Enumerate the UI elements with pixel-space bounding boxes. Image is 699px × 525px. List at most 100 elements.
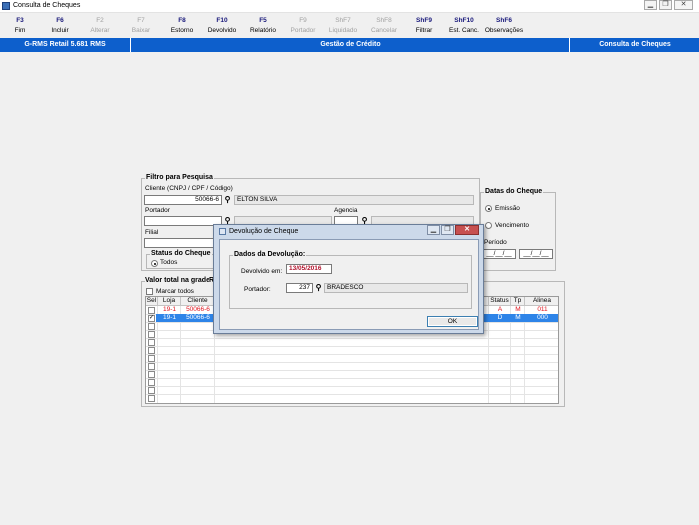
portador-input[interactable]: [144, 216, 222, 226]
grid-row-line: [146, 394, 558, 395]
toolbar-label: Est. Canc.: [449, 27, 479, 34]
row-checkbox[interactable]: [148, 379, 155, 386]
binoculars-icon[interactable]: ⚲: [223, 196, 232, 204]
row-checkbox[interactable]: [148, 307, 155, 314]
row-checkbox[interactable]: [148, 363, 155, 370]
binoculars-icon[interactable]: ⚲: [223, 217, 232, 225]
periodo-label: Período: [484, 239, 507, 246]
row-alinea[interactable]: 011: [525, 306, 558, 314]
row-status[interactable]: D: [489, 314, 511, 322]
toolbar-label: Incluir: [51, 27, 69, 34]
datas-group: Datas do Cheque: [480, 188, 556, 271]
row-cliente[interactable]: 50066-6: [181, 306, 215, 314]
toolbar-label: Baixar: [131, 27, 151, 34]
toolbar-btn-devolvido[interactable]: F10 Devolvido: [202, 16, 242, 36]
portador-code-input[interactable]: 237: [286, 283, 313, 293]
dialog-maximize-button[interactable]: ❐: [441, 225, 454, 235]
module-title: Gestão de Crédito: [132, 38, 570, 52]
vencimento-radio[interactable]: [485, 222, 492, 229]
row-tp[interactable]: M: [511, 306, 525, 314]
cliente-label: Cliente (CNPJ / CPF / Código): [145, 185, 233, 192]
row-checkbox[interactable]: [148, 387, 155, 394]
status-todos-radio[interactable]: [151, 260, 158, 267]
toolbar-label: Filtrar: [415, 27, 433, 34]
row-loja[interactable]: 19-1: [158, 306, 181, 314]
marcar-todos-label: Marcar todos: [156, 288, 194, 295]
dialog-body: Dados da Devolução: Devolvido em: 13/05/…: [219, 239, 479, 330]
toolbar-label: Relatório: [249, 27, 276, 34]
toolbar-btn-cancelar[interactable]: ShF8 Cancelar: [364, 16, 404, 36]
row-checkbox[interactable]: [148, 331, 155, 338]
window-controls: ▁ ❐ ✕: [642, 0, 693, 11]
toolbar-key: F9: [299, 17, 307, 24]
toolbar-btn-fim[interactable]: F3 Fim: [0, 16, 40, 36]
toolbar-key: F2: [96, 17, 104, 24]
toolbar-key: ShF7: [335, 17, 351, 24]
toolbar-btn-liquidado[interactable]: ShF7 Liquidado: [323, 16, 363, 36]
row-checkbox[interactable]: [148, 355, 155, 362]
toolbar-key: ShF10: [454, 17, 474, 24]
emissao-radio[interactable]: [485, 205, 492, 212]
agencia-label: Agencia: [334, 207, 358, 214]
grid-row-line: [146, 362, 558, 363]
row-cliente[interactable]: 50066-6: [181, 314, 215, 322]
row-checkbox[interactable]: [148, 347, 155, 354]
screen-title: Consulta de Cheques: [599, 41, 671, 48]
toolbar-key: ShF6: [496, 17, 512, 24]
grid-row-line: [146, 386, 558, 387]
row-checkbox[interactable]: [148, 339, 155, 346]
row-checkbox[interactable]: [148, 323, 155, 330]
grid-row-line: [146, 354, 558, 355]
toolbar-label: Liquidado: [328, 27, 358, 34]
grid-row-line: [146, 370, 558, 371]
col-header-loja[interactable]: Loja: [158, 297, 181, 306]
maximize-button[interactable]: ❐: [659, 0, 672, 10]
dialog-minimize-button[interactable]: ▁: [427, 225, 440, 235]
filial-label: Filial: [145, 229, 159, 236]
col-header-alinea[interactable]: Alinea: [525, 297, 558, 306]
toolbar-btn-portador[interactable]: F9 Portador: [283, 16, 323, 36]
row-status[interactable]: A: [489, 306, 511, 314]
toolbar-key: ShF9: [416, 17, 432, 24]
filial-input[interactable]: [144, 238, 222, 248]
grid-row-line: [146, 338, 558, 339]
dialog-close-button[interactable]: ✕: [455, 225, 479, 235]
toolbar-btn-est-canc[interactable]: ShF10 Est. Canc.: [444, 16, 484, 36]
row-checkbox[interactable]: [148, 395, 155, 402]
window-titlebar: Consulta de Cheques ▁ ❐ ✕: [0, 0, 699, 13]
toolbar-btn-filtrar[interactable]: ShF9 Filtrar: [404, 16, 444, 36]
toolbar-btn-incluir[interactable]: F6 Incluir: [40, 16, 80, 36]
col-header-cliente[interactable]: Cliente: [181, 297, 215, 306]
toolbar-btn-alterar[interactable]: F2 Alterar: [80, 16, 120, 36]
portador-name-field: BRADESCO: [324, 283, 468, 293]
devolvido-em-input[interactable]: 13/05/2016: [286, 264, 332, 274]
toolbar-key: F10: [216, 17, 228, 24]
toolbar-btn-relatorio[interactable]: F5 Relatório: [243, 16, 283, 36]
row-checkbox[interactable]: [148, 371, 155, 378]
toolbar-btn-estorno[interactable]: F8 Estorno: [162, 16, 202, 36]
date-to-input[interactable]: __/__/__: [519, 249, 553, 259]
cliente-input[interactable]: 50066-6: [144, 195, 222, 205]
date-from-input[interactable]: __/__/__: [482, 249, 516, 259]
toolbar-key: F6: [56, 17, 64, 24]
col-header-sel[interactable]: Sel: [146, 297, 158, 306]
close-button[interactable]: ✕: [674, 0, 693, 10]
devolucao-dialog: Devolução de Cheque ▁ ❐ ✕ Dados da Devol…: [213, 224, 484, 334]
vencimento-label: Vencimento: [495, 222, 529, 229]
ok-button[interactable]: OK: [427, 316, 478, 327]
col-header-status[interactable]: Status: [489, 297, 511, 306]
toolbar-label: Cancelar: [370, 27, 397, 34]
col-header-tp[interactable]: Tp: [511, 297, 525, 306]
row-tp[interactable]: M: [511, 314, 525, 322]
toolbar-btn-observacoes[interactable]: ShF6 Observações: [484, 16, 524, 36]
row-loja[interactable]: 19-1: [158, 314, 181, 322]
binoculars-icon[interactable]: ⚲: [314, 284, 323, 292]
row-checkbox[interactable]: ✓: [148, 315, 155, 322]
status-group-title: Status do Cheque: [150, 250, 212, 257]
row-alinea[interactable]: 000: [525, 314, 558, 322]
marcar-todos-checkbox[interactable]: [146, 288, 153, 295]
binoculars-icon[interactable]: ⚲: [360, 217, 369, 225]
toolbar-btn-baixar[interactable]: F7 Baixar: [121, 16, 161, 36]
minimize-button[interactable]: ▁: [644, 0, 657, 10]
toolbar-label: Observações: [484, 27, 524, 34]
